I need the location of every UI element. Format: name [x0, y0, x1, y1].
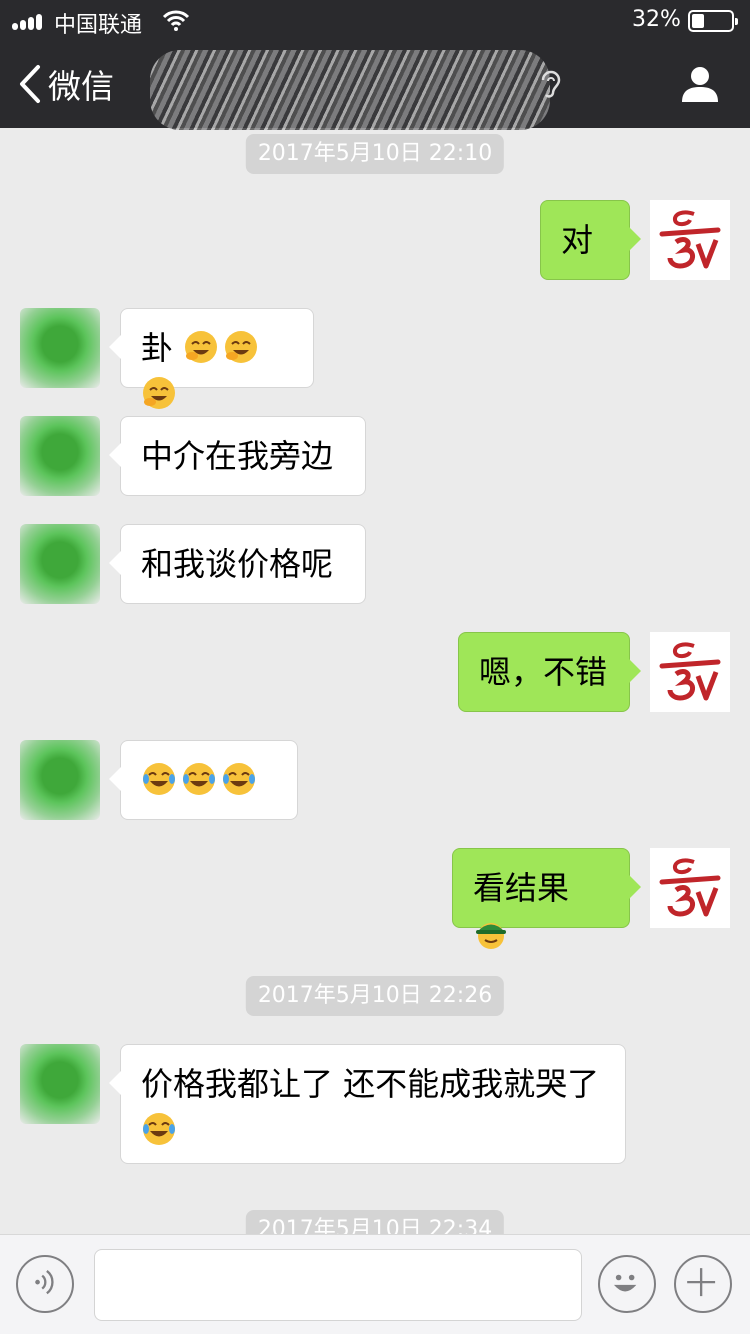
- contact-avatar[interactable]: [20, 740, 100, 820]
- om-logo-icon: [659, 210, 721, 269]
- om-logo-icon: [659, 858, 721, 917]
- my-avatar[interactable]: [650, 632, 730, 712]
- voice-icon: [35, 1270, 54, 1295]
- plus-icon: [687, 1268, 716, 1297]
- received-message-bubble[interactable]: 价格我都让了 还不能成我就哭了: [109, 1044, 626, 1164]
- face-with-hand-laughing-icon: [143, 377, 175, 409]
- status-bar: 中国联通 32%: [0, 0, 750, 40]
- received-message-bubble[interactable]: [109, 740, 298, 820]
- message-text: 价格我都让了 还不能成我就哭了: [141, 1065, 600, 1103]
- contact-avatar[interactable]: [20, 1044, 100, 1124]
- my-avatar[interactable]: [650, 848, 730, 928]
- message-text: 和我谈价格呢: [141, 545, 334, 583]
- emoji-button[interactable]: [598, 1255, 656, 1313]
- message-text: 卦: [141, 329, 174, 367]
- carrier-name: 中国联通: [54, 13, 143, 38]
- message-timestamp: 2017年5月10日 22:34: [245, 1210, 505, 1234]
- battery-percentage: 32%: [632, 7, 681, 32]
- top-bar: 中国联通 32% 微信: [0, 0, 750, 130]
- voice-input-button[interactable]: [16, 1255, 74, 1313]
- contact-avatar[interactable]: [20, 524, 100, 604]
- earpiece-mode-icon: [541, 70, 561, 98]
- tears-of-joy-icon: [143, 763, 175, 795]
- om-logo-icon: [659, 642, 721, 701]
- message-timestamp: 2017年5月10日 22:10: [245, 134, 505, 174]
- contact-avatar[interactable]: [20, 308, 100, 388]
- message-text: 嗯，不错: [479, 653, 608, 691]
- wifi-icon: [162, 10, 190, 31]
- face-with-hand-laughing-icon: [225, 331, 258, 363]
- sent-message-bubble[interactable]: 嗯，不错: [458, 632, 641, 712]
- message-text: 对: [561, 221, 594, 259]
- battery-icon: [688, 10, 738, 32]
- message-text: 中介在我旁边: [141, 437, 334, 475]
- back-button[interactable]: 微信: [18, 62, 114, 106]
- tears-of-joy-icon: [143, 1113, 175, 1145]
- face-with-hand-laughing-icon: [185, 331, 218, 363]
- message-timestamp: 2017年5月10日 22:26: [245, 976, 505, 1016]
- profile-icon[interactable]: [680, 64, 720, 104]
- more-options-button[interactable]: [674, 1255, 732, 1313]
- tears-of-joy-icon: [183, 763, 215, 795]
- navigation-bar: 微信: [0, 40, 750, 130]
- chat-input-bar: [0, 1234, 750, 1334]
- sent-message-bubble[interactable]: 看结果: [452, 848, 641, 949]
- chevron-left-icon: [20, 65, 40, 103]
- my-avatar[interactable]: [650, 200, 730, 280]
- received-message-bubble[interactable]: 卦: [109, 308, 314, 409]
- received-message-bubble[interactable]: 中介在我旁边: [109, 416, 366, 496]
- green-hat-face-icon: [476, 923, 506, 949]
- tears-of-joy-icon: [223, 763, 255, 795]
- message-input[interactable]: [94, 1249, 582, 1321]
- back-label: 微信: [48, 67, 114, 106]
- chat-message-list[interactable]: 2017年5月10日 22:10 对 卦 中介在我旁边 和我谈价格呢 嗯，不错: [0, 128, 750, 1234]
- contact-avatar[interactable]: [20, 416, 100, 496]
- contact-name-redacted: [150, 50, 550, 130]
- received-message-bubble[interactable]: 和我谈价格呢: [109, 524, 366, 604]
- smiley-icon: [613, 1274, 637, 1292]
- signal-strength-icon: [12, 12, 48, 30]
- message-text: 看结果: [473, 869, 570, 907]
- sent-message-bubble[interactable]: 对: [540, 200, 641, 280]
